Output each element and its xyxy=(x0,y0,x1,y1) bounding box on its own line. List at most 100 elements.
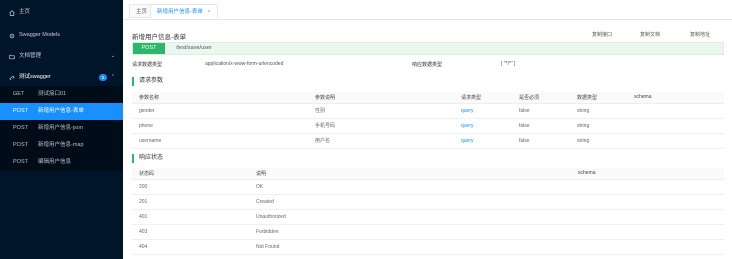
sidebar-item-home[interactable]: 主页 xyxy=(0,4,123,21)
table-cell xyxy=(627,118,724,134)
table-cell: 200 xyxy=(132,179,249,195)
api-method: POST xyxy=(13,125,28,131)
sidebar-item-label: 主页 xyxy=(19,9,31,15)
sidebar-item-label: 测试swagger xyxy=(19,74,51,80)
sidebar-item-test-swagger[interactable]: 测试swagger 5 ⌃ xyxy=(0,69,123,86)
column-header: 请求类型 xyxy=(454,92,512,104)
table-cell xyxy=(571,194,724,210)
copy-url-button[interactable]: 复制地址 xyxy=(690,31,710,38)
folder-icon xyxy=(9,54,15,60)
sidebar-item-label: 文档管理 xyxy=(19,53,42,59)
table-cell: 201 xyxy=(132,194,249,210)
api-method: GET xyxy=(13,91,25,97)
column-header: 数据类型 xyxy=(570,92,627,104)
column-header: 说明 xyxy=(249,168,571,180)
responses-table: 状态码 说明 schema 200 OK 201 Created 401 Una… xyxy=(132,168,724,255)
request-type-value: application/x-www-form-urlencoded xyxy=(205,61,284,67)
table-cell: query xyxy=(454,103,512,119)
table-cell xyxy=(571,209,724,225)
table-cell: string xyxy=(570,133,627,149)
api-method: POST xyxy=(13,159,28,165)
table-cell xyxy=(571,224,724,240)
table-row: gender 性别 query false string xyxy=(132,103,724,119)
table-cell: 手机号码 xyxy=(308,118,454,134)
table-row: 200 OK xyxy=(132,179,724,195)
table-cell: 403 xyxy=(132,224,249,240)
link-icon xyxy=(9,75,15,81)
table-cell: false xyxy=(512,118,570,134)
table-cell: 404 xyxy=(132,239,249,255)
table-cell: string xyxy=(570,103,627,119)
sidebar: 主页 Swagger Models 文档管理 ⌄ 测试swagger 5 ⌃ G… xyxy=(0,0,123,259)
table-cell: phone xyxy=(132,118,308,134)
table-row: phone 手机号码 query false string xyxy=(132,118,724,134)
api-item-get-test01[interactable]: GET 测试接口01 xyxy=(0,86,123,103)
table-row: 403 Forbidden xyxy=(132,224,724,240)
chevron-down-icon: ⌄ xyxy=(110,53,115,59)
api-item-post-map[interactable]: POST 新增用户信息-map xyxy=(0,137,123,154)
column-header: 参数名称 xyxy=(132,92,308,104)
column-header: schema xyxy=(571,168,724,180)
table-cell: username xyxy=(132,133,308,149)
response-type-value: [ "*/*" ] xyxy=(501,61,516,67)
sidebar-item-swagger-models[interactable]: Swagger Models xyxy=(0,27,123,44)
gear-icon xyxy=(9,33,15,39)
api-method: POST xyxy=(13,142,28,148)
table-header-row: 参数名称 参数说明 请求类型 是否必须 数据类型 schema xyxy=(132,92,724,104)
column-header: 参数说明 xyxy=(308,92,454,104)
endpoint-path: /test/save/user xyxy=(176,45,212,51)
table-cell xyxy=(571,179,724,195)
params-heading: 请求参数 xyxy=(132,77,163,86)
method-badge: POST xyxy=(133,43,165,54)
api-label: 新增用户信息-json xyxy=(38,125,83,131)
column-header: schema xyxy=(627,92,724,104)
chevron-up-icon: ⌃ xyxy=(110,74,115,80)
request-type-label: 请求数据类型 xyxy=(132,62,163,68)
page-title: 新增用户信息-表单 xyxy=(132,34,187,41)
api-detail-panel: 新增用户信息-表单 复制接口 复制文档 复制地址 POST /test/save… xyxy=(123,20,732,259)
table-cell: Not Found xyxy=(249,239,571,255)
table-cell xyxy=(571,239,724,255)
table-cell: Created xyxy=(249,194,571,210)
tab-label: 主页 xyxy=(136,9,148,15)
tab-bar: 主页 新增用户信息-表单 × xyxy=(123,0,732,20)
api-method: POST xyxy=(13,108,28,114)
api-label: 新增用户信息-map xyxy=(38,142,84,148)
params-table: 参数名称 参数说明 请求类型 是否必须 数据类型 schema gender 性… xyxy=(132,92,724,149)
close-icon[interactable]: × xyxy=(207,9,210,15)
table-cell: false xyxy=(512,133,570,149)
api-label: 新增用户信息-表单 xyxy=(38,108,84,114)
table-cell: 401 xyxy=(132,209,249,225)
table-cell: query xyxy=(454,118,512,134)
api-item-post-json[interactable]: POST 新增用户信息-json xyxy=(0,120,123,137)
tab-add-user-form[interactable]: 新增用户信息-表单 × xyxy=(150,4,218,18)
table-cell: OK xyxy=(249,179,571,195)
api-item-post-edit[interactable]: POST 编辑用户信息 xyxy=(0,154,123,171)
sidebar-item-doc-management[interactable]: 文档管理 ⌄ xyxy=(0,48,123,65)
table-cell: Forbidden xyxy=(249,224,571,240)
column-header: 是否必须 xyxy=(512,92,570,104)
table-cell: Unauthorized xyxy=(249,209,571,225)
table-cell: string xyxy=(570,118,627,134)
home-icon xyxy=(9,9,15,16)
endpoint-bar: POST /test/save/user xyxy=(132,42,724,55)
table-row: 201 Created xyxy=(132,194,724,210)
table-row: 401 Unauthorized xyxy=(132,209,724,225)
responses-heading: 响应状态 xyxy=(132,154,163,163)
table-header-row: 状态码 说明 schema xyxy=(132,168,724,180)
response-type-label: 响应数据类型 xyxy=(412,62,443,68)
copy-api-button[interactable]: 复制接口 xyxy=(592,31,612,38)
table-cell: false xyxy=(512,103,570,119)
table-cell: gender xyxy=(132,103,308,119)
api-label: 测试接口01 xyxy=(38,91,67,97)
table-cell xyxy=(627,103,724,119)
copy-doc-button[interactable]: 复制文档 xyxy=(640,31,660,38)
api-item-post-form[interactable]: POST 新增用户信息-表单 xyxy=(0,103,123,120)
table-row: 404 Not Found xyxy=(132,239,724,255)
table-cell: query xyxy=(454,133,512,149)
table-cell xyxy=(627,133,724,149)
tab-label: 新增用户信息-表单 xyxy=(157,9,203,15)
table-cell: 性别 xyxy=(308,103,454,119)
table-cell: 用户名 xyxy=(308,133,454,149)
sidebar-item-label: Swagger Models xyxy=(19,32,60,38)
